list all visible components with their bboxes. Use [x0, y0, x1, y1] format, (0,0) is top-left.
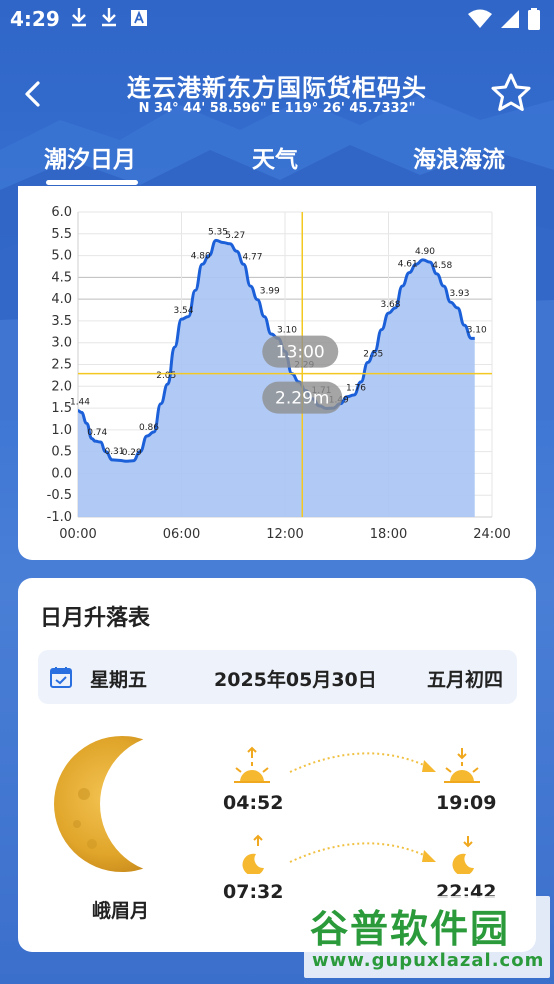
point-label: 4.90 [415, 247, 435, 257]
point-label: 4.58 [432, 261, 452, 271]
y-tick-label: 3.0 [51, 336, 72, 351]
tab-indicator [46, 180, 138, 185]
y-tick-label: 2.5 [51, 358, 72, 373]
x-tick-label: 06:00 [163, 527, 200, 542]
tab-bar: 潮汐日月 天气 海浪海流 [0, 136, 554, 186]
point-label: 1.76 [346, 384, 366, 394]
moon-phase-icon [54, 736, 152, 872]
sunrise-icon [234, 746, 270, 783]
y-tick-label: 4.5 [51, 270, 72, 285]
header: 连云港新东方国际货柜码头 N 34° 44' 58.596" E 119° 26… [0, 60, 554, 130]
weekday: 星期五 [90, 669, 148, 691]
y-tick-label: 5.5 [51, 227, 72, 242]
y-tick-label: 6.0 [51, 205, 72, 220]
x-tick-label: 18:00 [370, 527, 407, 542]
font-icon [131, 10, 147, 26]
y-tick-label: 0.0 [51, 466, 72, 481]
point-label: 3.99 [260, 287, 280, 297]
watermark: 谷普软件园 www.gupuxlazal.com [304, 896, 550, 978]
sun-moon-title: 日月升落表 [40, 606, 151, 631]
signal-icon [501, 10, 519, 28]
point-label: 0.86 [139, 423, 159, 433]
coordinates: N 34° 44' 58.596" E 119° 26' 45.7332" [138, 101, 416, 116]
sun-arc [289, 752, 436, 773]
crosshair-time-label: 13:00 [276, 343, 325, 363]
moon-arc [289, 842, 436, 863]
moonrise-icon [242, 834, 264, 874]
point-label: 0.29 [122, 448, 142, 458]
watermark-url: www.gupuxlazal.com [312, 950, 545, 971]
sunset-time: 19:09 [436, 792, 497, 814]
y-tick-label: 4.0 [51, 292, 72, 307]
point-label: 0.74 [87, 428, 107, 438]
sunrise-time: 04:52 [223, 792, 284, 814]
point-label: 5.27 [225, 231, 245, 241]
x-tick-label: 00:00 [59, 527, 96, 542]
x-tick-label: 24:00 [473, 527, 510, 542]
point-label: 3.54 [173, 306, 193, 316]
y-tick-label: -0.5 [47, 488, 72, 503]
y-tick-label: -1.0 [47, 510, 72, 525]
wifi-icon [468, 9, 492, 28]
y-tick-label: 0.5 [51, 445, 72, 460]
y-tick-label: 1.5 [51, 401, 72, 416]
lunar-date: 五月初四 [426, 669, 503, 691]
favorite-star-button[interactable] [490, 72, 532, 114]
sunset-icon [444, 748, 480, 783]
point-label: 2.55 [363, 349, 383, 359]
tide-chart[interactable]: 6.0 5.5 5.0 4.5 4.0 3.5 3.0 2.5 2.0 1.5 1.0 0.5 0.0 -… [18, 186, 536, 560]
point-label: 3.68 [380, 300, 400, 310]
point-label: 4.61 [398, 260, 418, 270]
point-label: 2.05 [156, 371, 176, 381]
moon-phase-label: 峨眉月 [92, 900, 150, 922]
point-label: 1.44 [70, 398, 90, 408]
point-label: 3.93 [449, 289, 469, 299]
date-selector[interactable]: 星期五 2025年05月30日 五月初四 [38, 650, 517, 704]
crosshair-value-label: 2.29m [275, 389, 329, 409]
point-label: 3.10 [277, 325, 297, 335]
tab-weather[interactable]: 天气 [252, 140, 298, 174]
tab-tide-sun-moon[interactable]: 潮汐日月 [44, 140, 136, 174]
tide-chart-card[interactable]: 6.0 5.5 5.0 4.5 4.0 3.5 3.0 2.5 2.0 1.5 1.0 0.5 0.0 -… [18, 186, 536, 560]
moonrise-time: 07:32 [223, 881, 284, 903]
y-tick-label: 2.0 [51, 379, 72, 394]
calendar-icon[interactable] [50, 666, 72, 688]
point-label: 4.77 [242, 253, 262, 263]
point-label: 4.80 [191, 251, 211, 261]
y-tick-label: 5.0 [51, 249, 72, 264]
watermark-title: 谷普软件园 [310, 907, 511, 951]
y-tick-label: 1.0 [51, 423, 72, 438]
status-time: 4:29 [10, 7, 60, 31]
y-tick-label: 3.5 [51, 314, 72, 329]
battery-icon [528, 8, 540, 30]
point-label: 3.10 [467, 325, 487, 335]
status-bar: 4:29 [0, 0, 554, 38]
tide-area [78, 240, 475, 518]
page-title: 连云港新东方国际货柜码头 [127, 74, 427, 102]
date: 2025年05月30日 [214, 669, 377, 691]
moonset-icon [452, 836, 474, 874]
tab-waves-currents[interactable]: 海浪海流 [413, 140, 505, 174]
x-tick-label: 12:00 [266, 527, 303, 542]
download-icon [102, 8, 116, 27]
download-icon [72, 8, 86, 27]
